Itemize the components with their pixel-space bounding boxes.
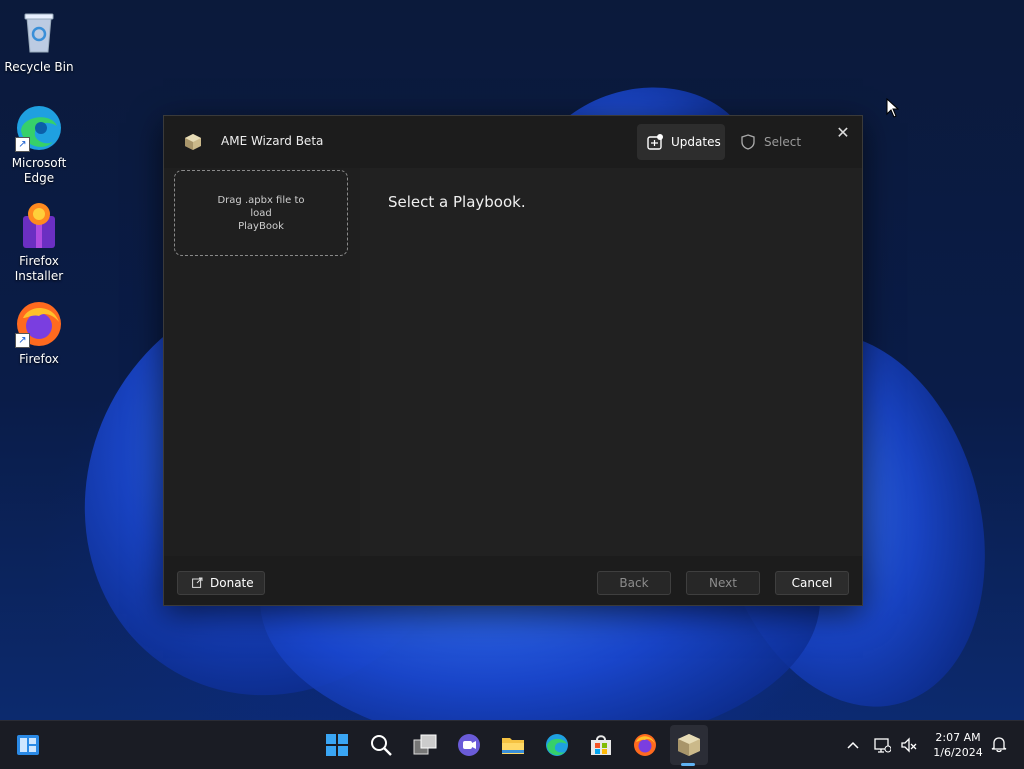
desktop-icon-label: Firefox Installer [14, 254, 64, 283]
back-button[interactable]: Back [597, 571, 671, 595]
tab-updates[interactable]: Updates [637, 124, 725, 160]
dropzone-text: Drag .apbx file to load PlayBook [217, 194, 305, 232]
notification-bell-icon[interactable] [990, 735, 1008, 753]
taskbar: 2:07 AM 1/6/2024 [0, 720, 1024, 769]
desktop-icon-firefox-installer[interactable]: Firefox Installer [3, 202, 75, 284]
clock-time: 2:07 AM [935, 731, 981, 744]
store-icon[interactable] [588, 732, 614, 758]
task-view-icon[interactable] [412, 732, 438, 758]
firefox-icon: ↗ [15, 300, 63, 348]
network-icon[interactable] [873, 736, 891, 754]
mouse-cursor-icon [886, 98, 900, 118]
search-icon[interactable] [368, 732, 394, 758]
cancel-button[interactable]: Cancel [775, 571, 849, 595]
main-pane: Select a Playbook. [360, 168, 862, 556]
desktop-icon-label: Microsoft Edge [11, 156, 67, 185]
ame-wizard-icon [185, 134, 201, 150]
widgets-icon[interactable] [15, 732, 41, 758]
chevron-up-icon[interactable] [846, 739, 860, 751]
shortcut-arrow-icon: ↗ [15, 137, 30, 152]
donate-button[interactable]: Donate [177, 571, 265, 595]
ame-wizard-icon[interactable] [676, 732, 702, 758]
edge-icon: ↗ [15, 104, 63, 152]
active-indicator [681, 763, 695, 766]
desktop: Recycle Bin ↗ Microsoft Edge Firefox Ins… [0, 0, 1024, 720]
title-bar[interactable]: AME Wizard Beta Updates Select ✕ [164, 116, 862, 168]
next-button[interactable]: Next [686, 571, 760, 595]
close-icon: ✕ [836, 123, 850, 142]
firefox-installer-icon [15, 202, 63, 250]
desktop-icon-label: Firefox [19, 352, 59, 366]
tab-select[interactable]: Select [730, 124, 810, 160]
tab-label: Updates [671, 135, 721, 149]
playbook-dropzone[interactable]: Drag .apbx file to load PlayBook [174, 170, 348, 256]
clock-date: 1/6/2024 [933, 746, 983, 759]
shortcut-arrow-icon: ↗ [15, 333, 30, 348]
desktop-icon-firefox[interactable]: ↗ Firefox [3, 300, 75, 367]
start-icon[interactable] [324, 732, 350, 758]
firefox-icon[interactable] [632, 732, 658, 758]
taskbar-clock[interactable]: 2:07 AM 1/6/2024 [928, 730, 988, 760]
left-pane: Drag .apbx file to load PlayBook [164, 168, 360, 556]
donate-label: Donate [210, 576, 254, 590]
desktop-icon-recycle-bin[interactable]: Recycle Bin [3, 8, 75, 75]
ame-wizard-window: AME Wizard Beta Updates Select ✕ Drag .a… [163, 115, 863, 606]
window-title: AME Wizard Beta [221, 134, 324, 148]
shield-icon [741, 134, 755, 150]
recycle-bin-icon [15, 8, 63, 56]
edge-icon[interactable] [544, 732, 570, 758]
page-prompt: Select a Playbook. [388, 193, 526, 211]
tab-label: Select [764, 135, 802, 149]
external-link-icon [192, 577, 203, 588]
updates-icon [647, 134, 663, 150]
volume-muted-icon[interactable] [900, 736, 918, 754]
chat-icon[interactable] [456, 732, 482, 758]
desktop-icon-label: Recycle Bin [4, 60, 74, 74]
footer-bar: Donate Back Next Cancel [164, 556, 862, 605]
file-explorer-icon[interactable] [500, 732, 526, 758]
close-button[interactable]: ✕ [832, 122, 854, 144]
desktop-icon-edge[interactable]: ↗ Microsoft Edge [3, 104, 75, 186]
